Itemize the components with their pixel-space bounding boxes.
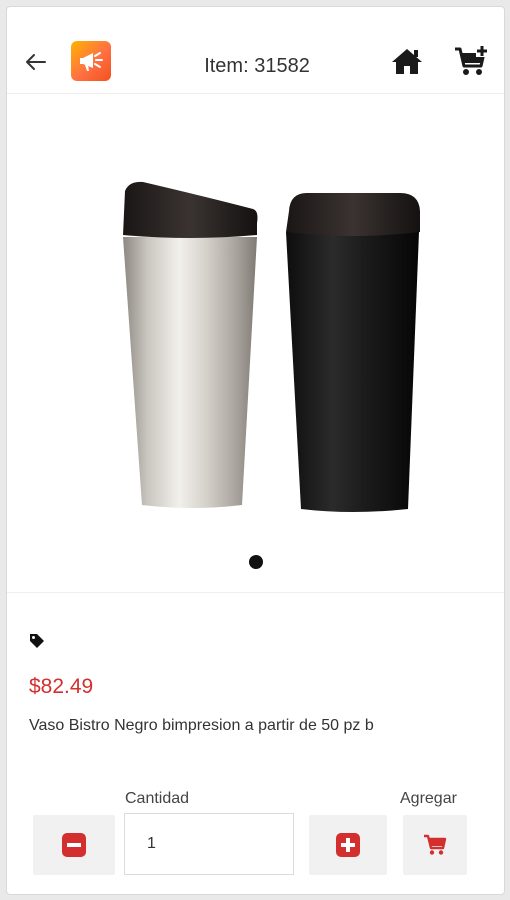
home-icon (392, 49, 422, 74)
quantity-label: Cantidad (125, 790, 190, 807)
add-to-cart-button[interactable] (403, 815, 467, 875)
page-title: Item: 31582 (204, 55, 310, 77)
product-image (7, 127, 504, 547)
increase-quantity-button[interactable] (309, 815, 387, 875)
cart-button[interactable] (453, 44, 489, 78)
add-label: Agregar (400, 790, 457, 807)
plus-icon (336, 833, 360, 857)
arrow-left-icon (26, 54, 46, 70)
product-price: $82.49 (29, 675, 94, 698)
product-description: Vaso Bistro Negro bimpresion a partir de… (29, 717, 374, 734)
quantity-field[interactable] (124, 813, 294, 875)
home-button[interactable] (390, 44, 424, 78)
megaphone-logo-icon (71, 41, 111, 81)
app-window: Item: 31582 $82.49 Vaso Bistro Negro bim… (6, 6, 505, 895)
cart-plus-icon (455, 45, 488, 75)
section-divider (7, 592, 504, 593)
decrease-quantity-button[interactable] (33, 815, 115, 875)
minus-icon (62, 833, 86, 857)
app-header: Item: 31582 (7, 7, 504, 94)
back-button[interactable] (21, 47, 51, 77)
cart-icon (424, 834, 447, 855)
carousel-dot[interactable] (249, 555, 263, 569)
tag-icon (30, 634, 44, 648)
